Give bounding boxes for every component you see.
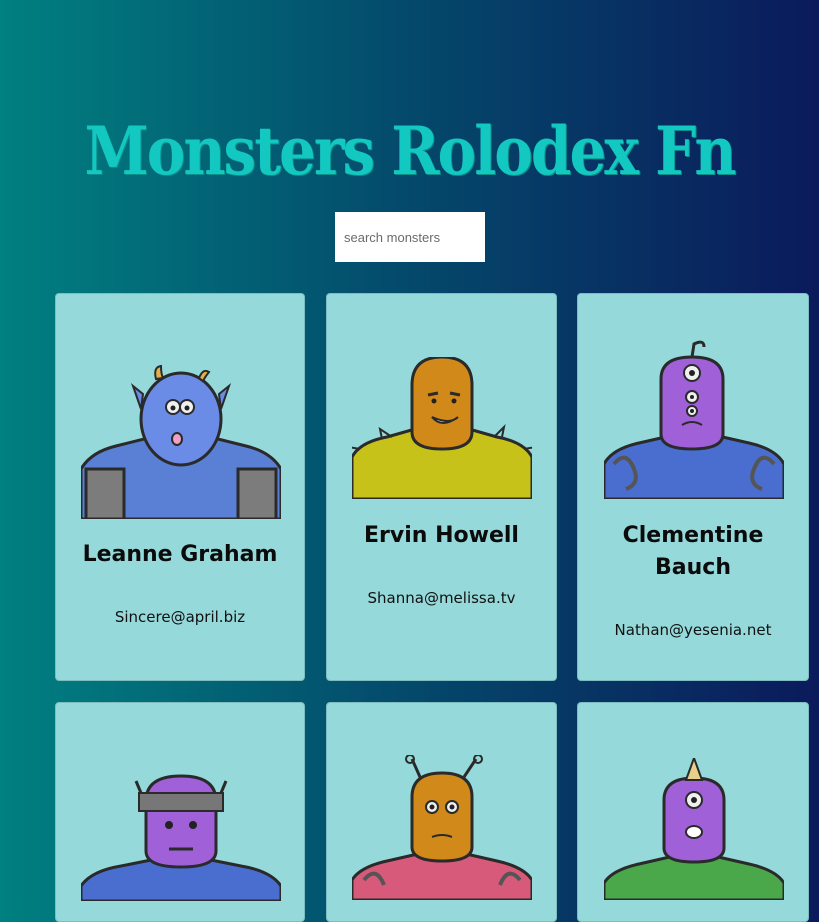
monster-email: Shanna@melissa.tv: [367, 589, 516, 607]
monster-card[interactable]: [577, 702, 809, 922]
monster-email: Nathan@yesenia.net: [614, 621, 772, 639]
monster-card[interactable]: Leanne Graham Sincere@april.biz: [55, 293, 305, 681]
monster-name: Leanne Graham: [82, 542, 278, 567]
page-title: Monsters Rolodex Fn: [84, 111, 737, 190]
monster-avatar: [352, 357, 532, 499]
monster-card[interactable]: [326, 702, 557, 922]
monster-avatar: [604, 758, 784, 900]
monster-avatar: [81, 364, 281, 519]
monster-card[interactable]: [55, 702, 305, 922]
monster-card[interactable]: Clementine Bauch Nathan@yesenia.net: [577, 293, 809, 681]
monster-avatar: [604, 340, 784, 499]
monster-name: Clementine Bauch: [622, 523, 764, 580]
monster-name: Ervin Howell: [364, 523, 519, 548]
search-input[interactable]: [335, 212, 485, 262]
monster-email: Sincere@april.biz: [114, 608, 246, 626]
monster-avatar: [81, 774, 281, 901]
monster-avatar: [352, 755, 532, 900]
monster-card[interactable]: Ervin Howell Shanna@melissa.tv: [326, 293, 557, 681]
